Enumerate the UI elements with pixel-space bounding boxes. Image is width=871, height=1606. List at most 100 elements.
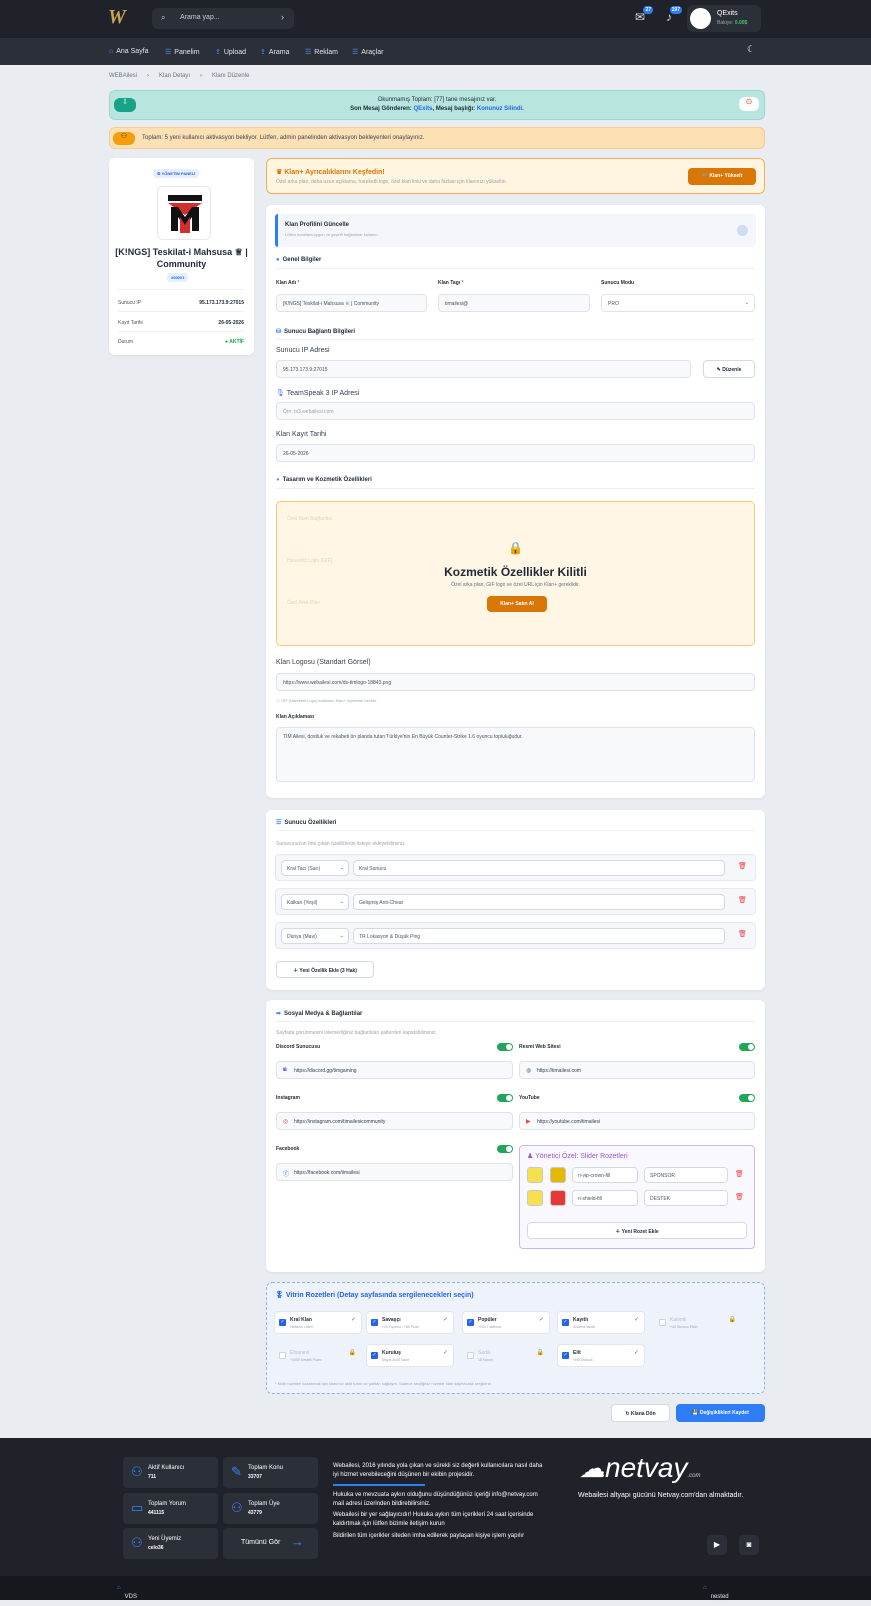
trash-icon[interactable]: 🗑 xyxy=(738,862,747,870)
feature-icon-select[interactable]: Kral Tacı (Sarı) ⌄ xyxy=(281,860,349,876)
trash-icon[interactable]: 🗑 xyxy=(735,1170,744,1178)
description-textarea[interactable]: TİM Ailesi, dostluk ve rekabeti ön pland… xyxy=(276,727,755,782)
breadcrumb-home[interactable]: WEBAilesi xyxy=(109,73,137,79)
feature-icon-select[interactable]: Dünya (Mavi) ⌄ xyxy=(281,928,349,944)
logo-url-input[interactable]: https://www.webailesi.com/ds-timlogo-188… xyxy=(276,673,755,691)
badge-icon-input[interactable]: ri-vip-crown-fill xyxy=(572,1167,638,1183)
search-icon: ⇪ xyxy=(260,49,266,56)
balance: Bakiye: 0.00$ xyxy=(717,20,748,26)
youtube-icon[interactable]: ▶ xyxy=(707,1535,727,1555)
share-icon: ➦ xyxy=(276,1011,282,1017)
site-logo[interactable]: W xyxy=(108,6,138,32)
badge-color-2[interactable] xyxy=(550,1167,566,1183)
user-menu[interactable]: QExits Bakiye: 0.00$ xyxy=(687,5,761,32)
nav-search[interactable]: ⇪ Arama xyxy=(260,48,290,56)
youtube-toggle[interactable] xyxy=(739,1094,755,1102)
stat-new-member: ⚇ Yeni Üyemiz celo36 xyxy=(123,1528,218,1559)
user-icon: ⚇ xyxy=(131,1464,143,1479)
edit-ip-button[interactable]: ✎ Düzenle xyxy=(703,360,755,378)
nav-ads[interactable]: ☰ Reklam xyxy=(305,48,338,56)
netvay-logo[interactable]: ☁netvay.com xyxy=(579,1452,701,1484)
upload-icon: ⇪ xyxy=(215,49,221,56)
website-input[interactable]: ◍ https://timailesi.com xyxy=(519,1061,755,1079)
back-to-clan-button[interactable]: ↻ Klana Dön xyxy=(611,1404,670,1422)
footer: ⚇ Aktif Kullanıcı 711 ✎ Toplam Konu 33707 ▭ T… xyxy=(0,1438,871,1576)
add-badge-button[interactable]: ＋ Yeni Rozet Ekle xyxy=(527,1222,747,1239)
chevron-down-icon: ⌄ xyxy=(339,899,344,905)
facebook-input[interactable]: ⓕ https://facebook.com/timailesi xyxy=(276,1163,513,1181)
date-input[interactable]: 26-05-2026 xyxy=(276,444,755,462)
badge-label-input[interactable]: DESTEK xyxy=(644,1190,728,1206)
panel-icon: ☰ xyxy=(165,49,172,56)
bell-icon[interactable]: ♪ 197 xyxy=(661,6,682,26)
instagram-toggle[interactable] xyxy=(497,1094,513,1102)
ghost-field-bg: Özel Arka Plan xyxy=(287,600,321,606)
clan-name-input[interactable]: [K!NGS] Teskilat-i Mahsusa ♕ | Community xyxy=(276,294,427,312)
server-mode-select[interactable]: PRO ⌄ xyxy=(601,294,755,312)
instagram-input[interactable]: ◎ https://instagram.com/timailesicommunit… xyxy=(276,1112,513,1130)
footer-provider: Webailesi bir yer sağlayıcıdır! Hukuka a… xyxy=(333,1512,534,1527)
klan-plus-promo: ♛ Klan+ Ayrıcalıklarını Keşfedin! Özel a… xyxy=(266,158,765,194)
feature-text-input[interactable]: Kral Sunucu xyxy=(353,860,725,876)
footer-about: Webailesi, 2016 yılında yola çıkan ve sü… xyxy=(333,1463,543,1478)
search-input[interactable]: Arama yap... xyxy=(180,14,220,21)
badge-color-1[interactable] xyxy=(527,1190,543,1206)
buy-klan-plus-button[interactable]: Klan+ Satın Al xyxy=(487,596,547,612)
feature-row: Kral Tacı (Sarı) ⌄ Kral Sunucu 🗑 xyxy=(275,854,756,881)
panel-badge: ⚙ YÖNETİM PANELİ xyxy=(153,169,200,178)
clan-name: [K!NGS] Teskilat-i Mahsusa ♕ | Community xyxy=(115,247,248,269)
nav-home[interactable]: ⌂ Ana Sayfa xyxy=(109,48,149,55)
feature-text-input[interactable]: Gelişmiş Anti-Cheat xyxy=(353,894,725,910)
top-bar: W ⌕ Arama yap... › ✉ 27 ♪ 197 QExits Bakiy… xyxy=(0,0,871,38)
badge-color-2[interactable] xyxy=(550,1190,566,1206)
info-row-ip: Sunucu IP 95.173.173.9:27015 xyxy=(118,300,244,306)
nav-panel[interactable]: ☰ Panelim xyxy=(165,48,200,56)
clan-summary-card: ⚙ YÖNETİM PANELİ [K!NGS] Teskilat-i Mahs… xyxy=(109,158,254,355)
save-changes-button[interactable]: 💾 Değişiklikleri Kaydet xyxy=(676,1404,765,1422)
message-title-link[interactable]: Konunuz Silindi. xyxy=(477,106,524,112)
lock-subtitle: Özel arka plan, GIF logo ve özel URL içi… xyxy=(451,582,580,588)
badge-color-1[interactable] xyxy=(527,1167,543,1183)
section-connection: ⛁ Sunucu Bağlantı Bilgileri xyxy=(276,329,356,335)
sender-link[interactable]: QExits xyxy=(413,106,432,112)
messages-icon[interactable]: ✉ 27 xyxy=(632,6,653,26)
nav-tools[interactable]: ☰ Araçlar xyxy=(352,48,383,56)
chevron-down-icon: ⌄ xyxy=(744,300,749,306)
ip-input[interactable]: 95.173.173.9:27015 xyxy=(276,360,691,378)
badge-icon-input[interactable]: ri-shield-fill xyxy=(572,1190,638,1206)
trash-icon[interactable]: 🗑 xyxy=(738,896,747,904)
badge-label-input[interactable]: SPONSOR xyxy=(644,1167,728,1183)
showcase-badge[interactable]: ✓ Savaşçı +20 Oyuncu / +80 Puan ✓ xyxy=(366,1311,454,1334)
showcase-badge[interactable]: ✓ Kayıtlı Sisteme tanıtıl ✓ xyxy=(557,1311,645,1334)
discord-label: Discord Sunucusu xyxy=(276,1044,321,1050)
showcase-badge[interactable]: ✓ Kral Klan Haftanın Lideri ✓ xyxy=(274,1311,362,1334)
feature-text-input[interactable]: TR Lokasyon & Düşük Ping xyxy=(353,928,725,944)
moon-icon[interactable]: ☾ xyxy=(747,44,755,55)
trash-icon[interactable]: 🗑 xyxy=(738,930,747,938)
pen-icon: ✎ xyxy=(231,1464,242,1479)
discord-icon[interactable]: ◙ xyxy=(739,1535,759,1555)
trash-icon[interactable]: 🗑 xyxy=(735,1193,744,1201)
clan-tag-input[interactable]: timailesi@ xyxy=(438,294,590,312)
breadcrumb-clan[interactable]: Klan Detayı xyxy=(159,73,190,79)
showcase-badge[interactable]: ✓ Elit %95 Doluluk ✓ xyxy=(557,1344,645,1367)
see-all-button[interactable]: Tümünü Gör → xyxy=(223,1528,318,1559)
close-icon[interactable]: ⊙ xyxy=(739,97,759,111)
search-box[interactable]: ⌕ Arama yap... › xyxy=(152,8,294,29)
showcase-badge[interactable]: ✓ Popüler +900 Tıklanma ✓ xyxy=(462,1311,550,1334)
youtube-input[interactable]: ▶ https://youtube.com/timailesi xyxy=(519,1112,755,1130)
website-toggle[interactable] xyxy=(739,1043,755,1051)
admin-badges-title: ♟ Yönetici Özel: Slider Rozetleri xyxy=(527,1153,628,1160)
discord-toggle[interactable] xyxy=(497,1043,513,1051)
nav-upload[interactable]: ⇪ Upload xyxy=(215,48,246,56)
clan-name-label: Klan Adı * xyxy=(276,280,300,286)
ts-input[interactable]: Örn: ts3.webailesi.com xyxy=(276,402,755,420)
nested-server-link[interactable]: ⌂ nested sunucu xyxy=(703,1585,730,1606)
add-feature-button[interactable]: ＋ Yeni Özellik Ekle (3 Hak) xyxy=(276,961,374,978)
discord-input[interactable]: ◙ https://discord.gg/timgaming xyxy=(276,1061,513,1079)
vds-link[interactable]: ⌂ VDS xyxy=(117,1585,137,1600)
showcase-badge[interactable]: ✓ Kuruluş Mayıs 2026 Sabit ✓ xyxy=(366,1344,454,1367)
feature-icon-select[interactable]: Kalkan (Yeşil) ⌄ xyxy=(281,894,349,910)
facebook-toggle[interactable] xyxy=(497,1145,513,1153)
upgrade-button[interactable]: 🛒 Klan+ Yükselt xyxy=(688,168,756,185)
